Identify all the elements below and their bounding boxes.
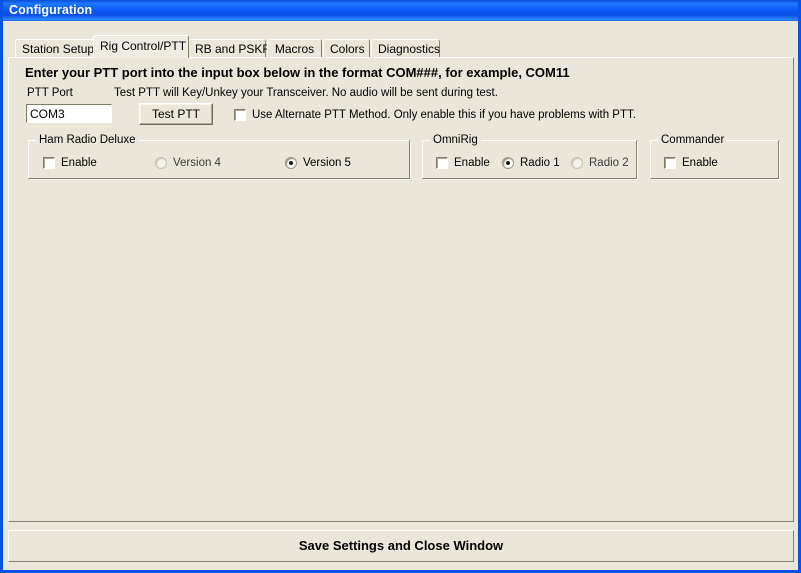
- radio-button-icon[interactable]: [571, 157, 583, 169]
- tab-label: Rig Control/PTT: [100, 39, 187, 53]
- tab-colors[interactable]: Colors: [323, 39, 370, 58]
- save-settings-button[interactable]: Save Settings and Close Window: [8, 530, 794, 562]
- tab-label: RB and PSKR: [195, 42, 272, 56]
- hrd-version5-radio-row[interactable]: Version 5: [285, 157, 351, 169]
- group-title: Ham Radio Deluxe: [36, 134, 139, 146]
- tab-rb-and-pskr[interactable]: RB and PSKR: [188, 39, 271, 58]
- tab-label: Station Setup: [22, 42, 95, 56]
- test-ptt-button[interactable]: Test PTT: [139, 103, 213, 125]
- tab-label: Diagnostics: [378, 42, 441, 56]
- window-title: Configuration: [9, 3, 93, 17]
- omnirig-radio2-row[interactable]: Radio 2: [571, 157, 629, 169]
- configuration-window: Configuration Station Setup Rig Control/…: [0, 0, 801, 573]
- radio-button-icon[interactable]: [285, 157, 297, 169]
- omnirig-radio1-row[interactable]: Radio 1: [502, 157, 560, 169]
- checkbox-icon[interactable]: [234, 109, 246, 121]
- hrd-version4-label: Version 4: [173, 157, 221, 169]
- tab-macros[interactable]: Macros: [267, 39, 322, 58]
- omnirig-enable-checkbox-row[interactable]: Enable: [436, 157, 490, 169]
- hrd-enable-label: Enable: [61, 157, 97, 169]
- group-omnirig: OmniRig Enable Radio 1 Radio 2: [422, 134, 638, 180]
- alternate-ptt-checkbox-row[interactable]: Use Alternate PTT Method. Only enable th…: [234, 109, 636, 121]
- tab-label: Macros: [274, 42, 315, 56]
- hrd-enable-checkbox-row[interactable]: Enable: [43, 157, 97, 169]
- commander-enable-checkbox-row[interactable]: Enable: [664, 157, 718, 169]
- hrd-version4-radio-row[interactable]: Version 4: [155, 157, 221, 169]
- group-commander: Commander Enable: [650, 134, 780, 180]
- tab-label: Colors: [330, 42, 365, 56]
- ptt-port-input[interactable]: [26, 104, 112, 123]
- tab-content-panel: Enter your PTT port into the input box b…: [8, 57, 794, 522]
- omnirig-radio2-label: Radio 2: [589, 157, 629, 169]
- hrd-version5-label: Version 5: [303, 157, 351, 169]
- alternate-ptt-label: Use Alternate PTT Method. Only enable th…: [252, 109, 636, 121]
- panel-heading: Enter your PTT port into the input box b…: [25, 65, 570, 80]
- group-ham-radio-deluxe: Ham Radio Deluxe Enable Version 4 Versio…: [28, 134, 411, 180]
- ptt-port-label: PTT Port: [27, 87, 73, 99]
- checkbox-icon[interactable]: [436, 157, 448, 169]
- checkbox-icon[interactable]: [43, 157, 55, 169]
- test-ptt-hint: Test PTT will Key/Unkey your Transceiver…: [114, 87, 498, 99]
- tab-station-setup[interactable]: Station Setup: [15, 39, 100, 58]
- omnirig-radio1-label: Radio 1: [520, 157, 560, 169]
- tab-rig-control-ptt[interactable]: Rig Control/PTT: [93, 35, 189, 58]
- tab-diagnostics[interactable]: Diagnostics: [371, 39, 440, 58]
- tabstrip: Station Setup Rig Control/PTT RB and PSK…: [8, 35, 798, 58]
- window-titlebar: Configuration: [3, 0, 798, 21]
- commander-enable-label: Enable: [682, 157, 718, 169]
- group-title: Commander: [658, 134, 728, 146]
- checkbox-icon[interactable]: [664, 157, 676, 169]
- omnirig-enable-label: Enable: [454, 157, 490, 169]
- group-title: OmniRig: [430, 134, 481, 146]
- radio-button-icon[interactable]: [502, 157, 514, 169]
- radio-button-icon[interactable]: [155, 157, 167, 169]
